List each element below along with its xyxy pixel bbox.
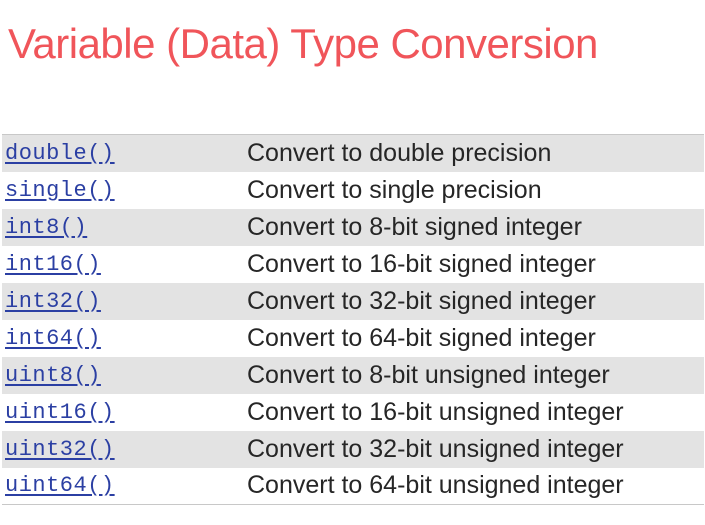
description-cell: Convert to 32-bit signed integer: [247, 286, 596, 315]
table-row: int32() Convert to 32-bit signed integer: [2, 282, 704, 320]
function-cell: int32(): [2, 283, 247, 320]
table-row: uint16() Convert to 16-bit unsigned inte…: [2, 393, 704, 431]
function-link-uint32[interactable]: uint32(): [5, 437, 115, 462]
description-cell: Convert to 16-bit signed integer: [247, 249, 596, 278]
description-cell: Convert to single precision: [247, 175, 542, 204]
function-link-int64[interactable]: int64(): [5, 326, 101, 351]
function-cell: int16(): [2, 246, 247, 283]
function-link-int16[interactable]: int16(): [5, 252, 101, 277]
function-cell: double(): [2, 135, 247, 172]
table-row: double() Convert to double precision: [2, 134, 704, 172]
table-row: uint64() Convert to 64-bit unsigned inte…: [2, 467, 704, 505]
description-cell: Convert to 8-bit unsigned integer: [247, 360, 610, 389]
function-link-single[interactable]: single(): [5, 178, 115, 203]
slide-title: Variable (Data) Type Conversion: [8, 20, 598, 67]
function-cell: single(): [2, 172, 247, 209]
function-cell: uint8(): [2, 357, 247, 394]
function-link-uint16[interactable]: uint16(): [5, 400, 115, 425]
function-link-uint64[interactable]: uint64(): [5, 473, 115, 498]
description-cell: Convert to 16-bit unsigned integer: [247, 397, 624, 426]
table-row: int8() Convert to 8-bit signed integer: [2, 208, 704, 246]
description-cell: Convert to double precision: [247, 138, 552, 167]
function-cell: uint16(): [2, 394, 247, 431]
function-link-uint8[interactable]: uint8(): [5, 363, 101, 388]
function-cell: uint32(): [2, 431, 247, 468]
table-row: uint8() Convert to 8-bit unsigned intege…: [2, 356, 704, 394]
slide: Variable (Data) Type Conversion double()…: [0, 0, 705, 525]
function-link-int32[interactable]: int32(): [5, 289, 101, 314]
function-link-double[interactable]: double(): [5, 141, 115, 166]
table-row: single() Convert to single precision: [2, 171, 704, 209]
description-cell: Convert to 32-bit unsigned integer: [247, 434, 624, 463]
table-row: int64() Convert to 64-bit signed integer: [2, 319, 704, 357]
table-row: int16() Convert to 16-bit signed integer: [2, 245, 704, 283]
function-cell: uint64(): [2, 468, 247, 505]
function-cell: int8(): [2, 209, 247, 246]
description-cell: Convert to 64-bit unsigned integer: [247, 471, 624, 500]
table-row: uint32() Convert to 32-bit unsigned inte…: [2, 430, 704, 468]
description-cell: Convert to 64-bit signed integer: [247, 323, 596, 352]
function-link-int8[interactable]: int8(): [5, 215, 87, 240]
description-cell: Convert to 8-bit signed integer: [247, 212, 582, 241]
conversion-table: double() Convert to double precision sin…: [2, 134, 704, 505]
function-cell: int64(): [2, 320, 247, 357]
